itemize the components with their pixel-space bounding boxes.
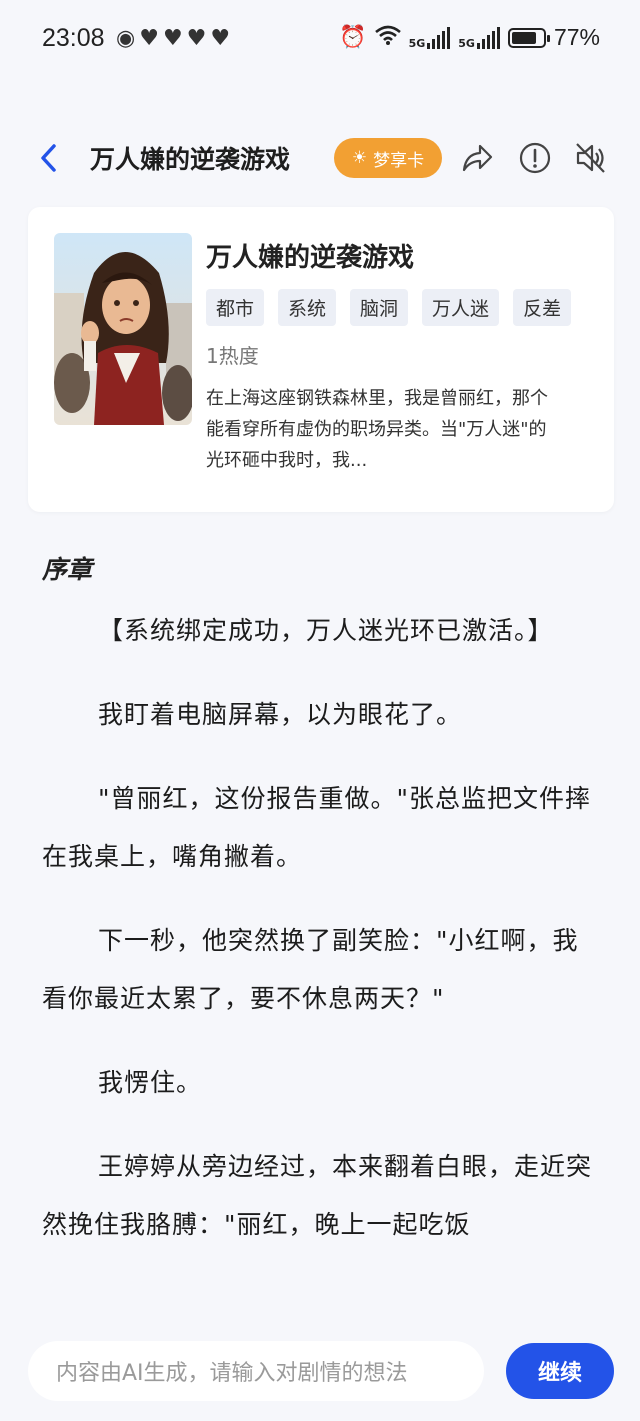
- status-time: 23:08: [42, 24, 105, 52]
- book-title: 万人嫌的逆袭游戏: [206, 243, 415, 273]
- battery-icon: [507, 27, 550, 48]
- chapter-content: 【系统绑定成功，万人迷光环已激活。】 我盯着电脑屏幕，以为眼花了。 "曾丽红，这…: [42, 602, 598, 1325]
- paragraph: 我愣住。: [98, 1068, 203, 1097]
- book-tags: 都市 系统 脑洞 万人迷 反差 1热度: [206, 289, 586, 369]
- share-button[interactable]: [460, 140, 494, 176]
- page-title: 万人嫌的逆袭游戏: [90, 145, 291, 174]
- wifi-icon: [374, 25, 401, 51]
- back-button[interactable]: [36, 140, 62, 176]
- book-cover-image: [54, 233, 192, 425]
- status-bar: 23:08 ◉ ♥ ♥ ♥ ♥ ⏰ 5G 5G 77%: [0, 0, 640, 78]
- app-notification-icon: ♥: [162, 26, 183, 51]
- alarm-icon: ⏰: [339, 25, 367, 50]
- paragraph: 我盯着电脑屏幕，以为眼花了。: [98, 700, 463, 729]
- app-notification-icon: ♥: [210, 26, 231, 51]
- paragraph: 下一秒，他突然换了副笑脸："小红啊，我看你最近太累了，要不休息两天？": [42, 926, 579, 1013]
- book-description: 在上海这座钢铁森林里，我是曾丽红，那个能看穿所有虚伪的职场异类。当"万人迷"的光…: [206, 388, 548, 471]
- heat-count: 1热度: [206, 344, 259, 368]
- app-notification-icon: ♥: [186, 26, 207, 51]
- chevron-left-icon: [41, 144, 56, 172]
- paragraph: 【系统绑定成功，万人迷光环已激活。】: [98, 616, 554, 645]
- status-right: ⏰ 5G 5G 77%: [339, 24, 600, 51]
- speaker-muted-icon: [576, 143, 605, 173]
- eye-icon: ◉: [116, 26, 136, 51]
- chapter-title: 序章: [42, 555, 93, 584]
- vip-card-button[interactable]: ☀ 梦享卡: [334, 138, 442, 178]
- cellular-signal-icon: 5G: [409, 26, 451, 49]
- tag-chip[interactable]: 都市: [206, 289, 265, 326]
- tag-chip[interactable]: 万人迷: [422, 289, 500, 326]
- mute-button[interactable]: [574, 140, 608, 176]
- tag-chip[interactable]: 反差: [513, 289, 572, 326]
- paragraph: "曾丽红，这份报告重做。"张总监把文件摔在我桌上，嘴角撇着。: [42, 784, 591, 871]
- tag-chip[interactable]: 脑洞: [350, 289, 409, 326]
- warning-icon: [519, 142, 551, 174]
- input-placeholder: 内容由AI生成，请输入对剧情的想法: [56, 1361, 408, 1386]
- book-info-card[interactable]: 万人嫌的逆袭游戏 都市 系统 脑洞 万人迷 反差 1热度 在上海这座钢铁森林里，…: [28, 207, 614, 512]
- paragraph: 王婷婷从旁边经过，本来翻着白眼，走近突然挽住我胳膊："丽红，晚上一起吃饭: [42, 1152, 593, 1239]
- share-icon: [462, 144, 493, 172]
- report-button[interactable]: [518, 140, 552, 176]
- continue-button[interactable]: 继续: [506, 1343, 614, 1399]
- app-notification-icon: ♥: [139, 26, 159, 51]
- bottom-bar: 内容由AI生成，请输入对剧情的想法 继续: [0, 1325, 640, 1421]
- notification-icons: ◉ ♥ ♥ ♥ ♥: [116, 26, 230, 51]
- top-nav: 万人嫌的逆袭游戏 ☀ 梦享卡: [0, 128, 640, 190]
- battery-percent: 77%: [553, 24, 600, 50]
- tag-chip[interactable]: 系统: [278, 289, 337, 326]
- plot-idea-input[interactable]: 内容由AI生成，请输入对剧情的想法: [28, 1341, 484, 1401]
- cellular-signal-icon: 5G: [458, 26, 500, 49]
- vip-card-label: 梦享卡: [373, 150, 425, 171]
- sun-icon: ☀: [351, 148, 368, 168]
